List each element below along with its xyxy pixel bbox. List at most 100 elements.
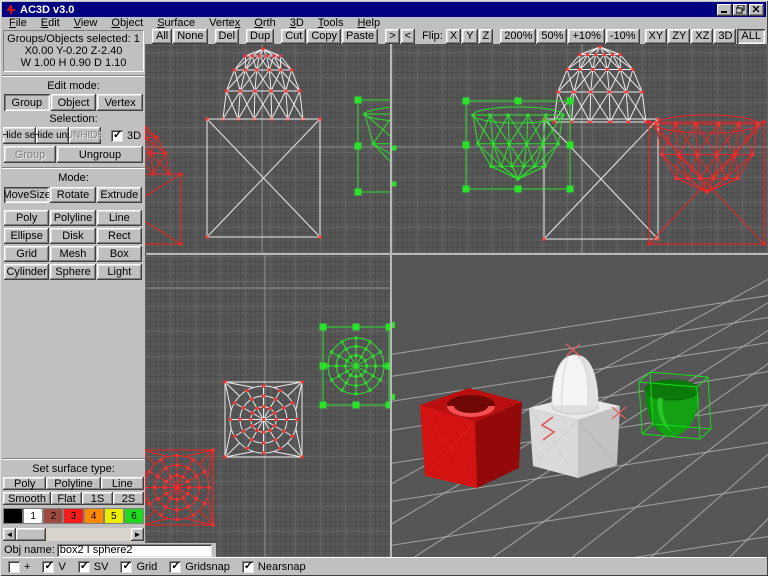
minimize-button[interactable]: [717, 3, 732, 16]
viewport-xz-top[interactable]: [145, 255, 390, 557]
statusbar-label-v: V: [58, 560, 66, 573]
flip-x-button[interactable]: X: [445, 28, 462, 44]
view-zy-button[interactable]: ZY: [668, 28, 691, 44]
selection-ungroup-button[interactable]: Ungroup: [57, 146, 143, 163]
toolbar-item-button[interactable]: <: [400, 28, 416, 44]
mode-disk-button[interactable]: Disk: [50, 228, 96, 244]
statusbar-checkbox-sv[interactable]: [77, 560, 90, 573]
hide-buttons: Hide selHide unsUNHIDE 3D: [3, 127, 145, 144]
view-all-button[interactable]: ALL: [737, 28, 765, 44]
mode-ellipse-button[interactable]: Ellipse: [4, 228, 50, 244]
surface-type-buttons: Poly Polyline Line: [3, 477, 145, 490]
palette-swatch-5[interactable]: 5: [103, 508, 124, 524]
title-bar[interactable]: AC3D v3.0: [2, 2, 766, 17]
palette-swatch-6[interactable]: 6: [123, 508, 144, 524]
viewport-3d[interactable]: [392, 255, 768, 557]
editmode-object-button[interactable]: Object: [50, 94, 97, 111]
toolbar-copy-button[interactable]: Copy: [307, 28, 342, 44]
mode-mesh-button[interactable]: Mesh: [50, 246, 96, 262]
surface-type-label: Set surface type:: [32, 463, 115, 475]
3d-checkbox[interactable]: [111, 129, 123, 142]
mode-extrude-button[interactable]: Extrude: [96, 187, 142, 203]
toolbar-all-button[interactable]: All: [152, 28, 173, 44]
statusbar-label-gridsnap: Gridsnap: [185, 560, 230, 573]
mode-sphere-button[interactable]: Sphere: [50, 264, 96, 280]
toolbar-del-button[interactable]: Del: [214, 28, 240, 44]
mode-polyline-button[interactable]: Polyline: [50, 210, 96, 226]
shade-1s-button[interactable]: 1S: [82, 492, 113, 505]
close-button[interactable]: [749, 3, 764, 16]
palette-swatch-3[interactable]: 3: [63, 508, 84, 524]
hide-sel-button[interactable]: Hide sel: [3, 127, 36, 144]
scroll-right-icon[interactable]: ►: [131, 528, 144, 541]
surftype-polyline-button[interactable]: Polyline: [46, 477, 101, 490]
mode-poly-button[interactable]: Poly: [4, 210, 50, 226]
palette-swatch-2[interactable]: 2: [43, 508, 64, 524]
statusbar-checkbox-nearsnap[interactable]: [241, 560, 254, 573]
zoom-50-button[interactable]: 50%: [537, 28, 568, 44]
sidebar: Groups/Objects selected: 1 X0.00 Y-0.20 …: [2, 28, 145, 543]
unhide-button[interactable]: UNHIDE: [69, 127, 101, 144]
statusbar-label-item: +: [24, 560, 31, 573]
obj-name-row: Obj name:: [2, 543, 216, 557]
info-size: W 1.00 H 0.90 D 1.10: [20, 57, 127, 69]
mode-movesize-button[interactable]: MoveSize: [4, 187, 50, 203]
separator: [2, 167, 145, 169]
editmode-group-button[interactable]: Group: [4, 94, 50, 111]
palette-swatch-4[interactable]: 4: [83, 508, 104, 524]
view-xz-button[interactable]: XZ: [691, 28, 714, 44]
status-bar: + V SV Grid Gridsnap Nearsnap: [2, 557, 766, 575]
mode-box-button[interactable]: Box: [96, 246, 142, 262]
hide-uns-button[interactable]: Hide uns: [36, 127, 69, 144]
toolbar-dup-button[interactable]: Dup: [246, 28, 275, 44]
zoom-200-button[interactable]: 200%: [500, 28, 537, 44]
mode-light-button[interactable]: Light: [96, 264, 142, 280]
surftype-poly-button[interactable]: Poly: [3, 477, 47, 490]
toolbar-cut-button[interactable]: Cut: [281, 28, 307, 44]
restore-button[interactable]: [733, 3, 748, 16]
3d-checkbox-label: 3D: [127, 129, 142, 142]
editmode-vertex-button[interactable]: Vertex: [97, 94, 144, 111]
viewport-zy-side[interactable]: [392, 44, 768, 253]
flip-z-button[interactable]: Z: [478, 28, 494, 44]
viewport-xy-front[interactable]: [145, 44, 390, 253]
mode-cylinder-button[interactable]: Cylinder: [4, 264, 50, 280]
info-selected: Groups/Objects selected: 1: [7, 33, 140, 45]
mode-rotate-button[interactable]: Rotate: [50, 187, 96, 203]
mode-label: Mode:: [58, 172, 89, 184]
shade-flat-button[interactable]: Flat: [51, 492, 83, 505]
shade-smooth-button[interactable]: Smooth: [3, 492, 52, 505]
selection-label: Selection:: [49, 113, 98, 125]
obj-name-input[interactable]: [56, 543, 212, 557]
statusbar-label-nearsnap: Nearsnap: [257, 560, 306, 573]
view-3d-button[interactable]: 3D: [714, 28, 737, 44]
mode-rect-button[interactable]: Rect: [96, 228, 142, 244]
surftype-line-button[interactable]: Line: [100, 477, 145, 490]
group-buttons: Group Ungroup: [4, 146, 143, 163]
statusbar-checkbox-v[interactable]: [42, 560, 55, 573]
palette-swatch-1[interactable]: 1: [23, 508, 44, 524]
scrollbar-track[interactable]: [46, 528, 131, 541]
toolbar-item-button[interactable]: >: [385, 28, 400, 44]
statusbar-checkbox-grid[interactable]: [120, 560, 133, 573]
zoom-10-button[interactable]: -10%: [605, 28, 640, 44]
mode-grid-button[interactable]: Grid: [4, 246, 50, 262]
toolbar-paste-button[interactable]: Paste: [342, 28, 379, 44]
statusbar-checkbox-gridsnap[interactable]: [169, 560, 182, 573]
app-icon: [5, 4, 15, 14]
statusbar-checkbox-item[interactable]: [8, 560, 20, 573]
scroll-left-icon[interactable]: ◄: [3, 528, 16, 541]
toolbar-none-button[interactable]: None: [173, 28, 208, 44]
view-xy-button[interactable]: XY: [644, 28, 668, 44]
mode-line-button[interactable]: Line: [96, 210, 142, 226]
flip-y-button[interactable]: Y: [462, 28, 478, 44]
statusbar-label-sv: SV: [93, 560, 109, 573]
edit-mode-label: Edit mode:: [47, 80, 100, 92]
selection-group-button[interactable]: Group: [4, 146, 56, 163]
palette-scrollbar: ◄ ►: [3, 528, 144, 541]
flip-label: Flip:: [422, 30, 443, 42]
scrollbar-thumb[interactable]: [16, 528, 46, 541]
zoom-10-button[interactable]: +10%: [568, 28, 605, 44]
palette-swatch-0[interactable]: [3, 508, 24, 524]
shade-2s-button[interactable]: 2S: [113, 492, 144, 505]
